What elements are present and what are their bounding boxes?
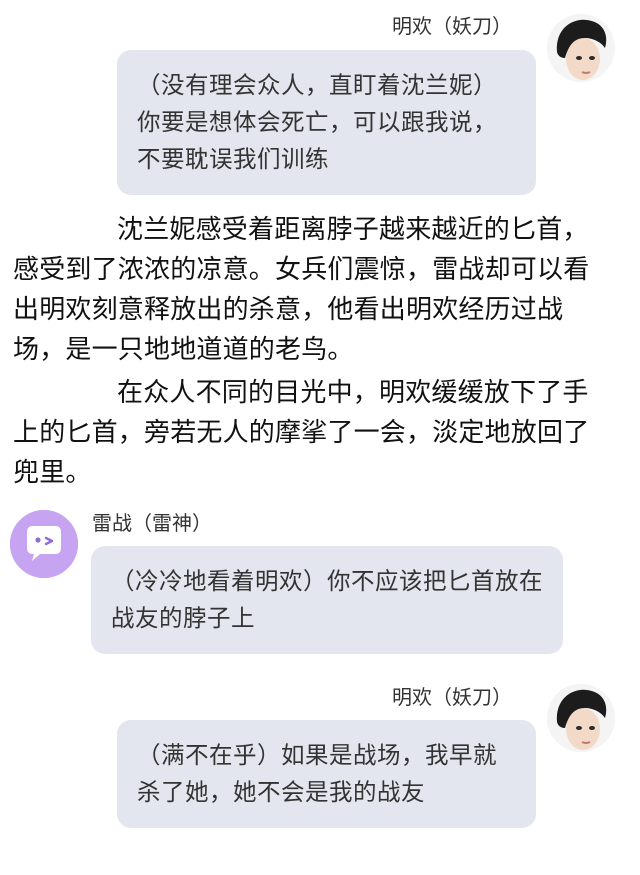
message-bubble: （没有理会众人，直盯着沈兰妮）你要是想体会死亡，可以跟我说，不要耽误我们训练 bbox=[117, 50, 536, 195]
sender-name: 明欢（妖刀） bbox=[392, 685, 512, 709]
portrait-photo-icon bbox=[547, 684, 615, 752]
sender-name: 明欢（妖刀） bbox=[392, 14, 512, 38]
message-bubble: （满不在乎）如果是战场，我早就杀了她，她不会是我的战友 bbox=[117, 720, 536, 828]
narration-paragraph: 在众人不同的目光中，明欢缓缓放下了手上的匕首，旁若无人的摩挲了一会，淡定地放回了… bbox=[13, 378, 590, 488]
avatar-leizhan[interactable] bbox=[10, 510, 78, 578]
sender-name: 雷战（雷神） bbox=[92, 511, 212, 535]
avatar-minghuan-1[interactable] bbox=[547, 14, 615, 82]
narration-paragraph: 沈兰妮感受着距离脖子越来越近的匕首，感受到了浓浓的凉意。女兵们震惊，雷战却可以看… bbox=[13, 215, 590, 365]
chat-bubble-wink-icon bbox=[10, 510, 78, 578]
message-bubble: （冷冷地看着明欢）你不应该把匕首放在战友的脖子上 bbox=[91, 546, 563, 654]
avatar-minghuan-2[interactable] bbox=[547, 684, 615, 752]
portrait-photo-icon bbox=[547, 14, 615, 82]
